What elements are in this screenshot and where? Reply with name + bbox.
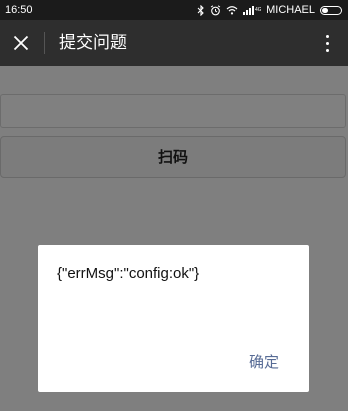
close-icon [13, 35, 29, 51]
battery-icon [320, 5, 342, 15]
more-menu-button[interactable] [320, 28, 334, 58]
wifi-icon [226, 5, 238, 15]
bluetooth-icon [197, 4, 205, 16]
question-input[interactable] [0, 94, 346, 128]
signal-icon: 4G [243, 5, 261, 15]
dialog-message: {"errMsg":"config:ok"} [57, 265, 200, 282]
signal-text: 4G [255, 7, 261, 13]
status-icons: 4G MICHAEL [197, 0, 342, 20]
nav-bar: 提交问题 [0, 20, 348, 66]
more-dot [325, 34, 329, 38]
status-bar: 16:50 4G MICHAEL [0, 0, 348, 20]
nav-divider [44, 32, 45, 54]
more-dot [325, 41, 329, 45]
page-title: 提交问题 [59, 33, 127, 53]
alarm-icon [210, 4, 221, 16]
dialog-confirm-button[interactable]: 确定 [249, 351, 279, 372]
close-button[interactable] [6, 28, 36, 58]
more-dot [325, 48, 329, 52]
alert-dialog: {"errMsg":"config:ok"} 确定 [38, 245, 309, 392]
scan-button[interactable]: 扫码 [0, 136, 346, 178]
status-time: 16:50 [5, 4, 33, 16]
carrier-name: MICHAEL [266, 4, 315, 16]
